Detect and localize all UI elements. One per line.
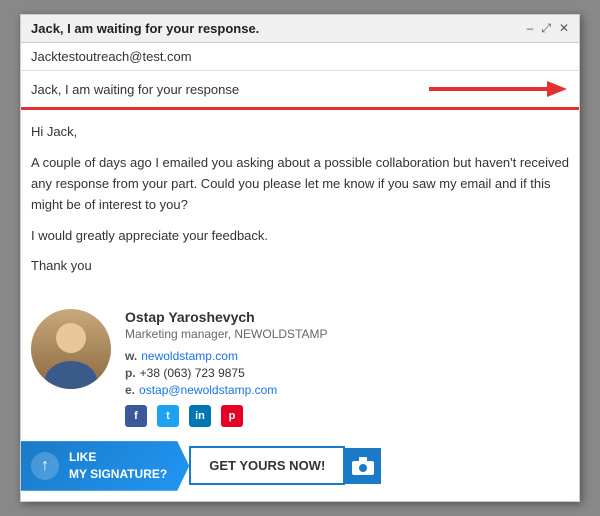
banner-blue-section: ↑ LIKE MY SIGNATURE? bbox=[21, 441, 189, 491]
camera-icon bbox=[345, 448, 381, 484]
email-label: e. bbox=[125, 383, 135, 397]
subject-row: Jack, I am waiting for your response bbox=[21, 71, 579, 110]
close-button[interactable]: ✕ bbox=[559, 21, 569, 36]
sig-website: w. newoldstamp.com bbox=[125, 349, 569, 363]
maximize-button[interactable]: ⤢ bbox=[541, 21, 551, 36]
website-link[interactable]: newoldstamp.com bbox=[141, 349, 238, 363]
signature-info: Ostap Yaroshevych Marketing manager, NEW… bbox=[125, 309, 569, 427]
titlebar: Jack, I am waiting for your response. – … bbox=[21, 15, 579, 43]
sig-phone: p. +38 (063) 723 9875 bbox=[125, 366, 569, 380]
sig-name: Ostap Yaroshevych bbox=[125, 309, 569, 325]
phone-number: +38 (063) 723 9875 bbox=[140, 366, 245, 380]
window-controls: – ⤢ ✕ bbox=[527, 21, 569, 36]
subject-text: Jack, I am waiting for your response bbox=[31, 82, 239, 97]
get-yours-button[interactable]: GET YOURS NOW! bbox=[189, 446, 345, 485]
banner-up-arrow-icon: ↑ bbox=[31, 452, 59, 480]
red-arrow-icon bbox=[429, 77, 569, 101]
email-link[interactable]: ostap@newoldstamp.com bbox=[139, 383, 277, 397]
banner-text: LIKE MY SIGNATURE? bbox=[69, 449, 167, 483]
phone-label: p. bbox=[125, 366, 136, 380]
linkedin-icon[interactable]: in bbox=[189, 405, 211, 427]
twitter-icon[interactable]: t bbox=[157, 405, 179, 427]
body-paragraph-1: A couple of days ago I emailed you askin… bbox=[31, 153, 569, 215]
banner-area: ↑ LIKE MY SIGNATURE? GET YOURS NOW! bbox=[21, 441, 579, 501]
from-row: Jacktestoutreach@test.com bbox=[21, 43, 579, 71]
my-sig-label: MY SIGNATURE? bbox=[69, 466, 167, 483]
greeting: Hi Jack, bbox=[31, 122, 569, 143]
body-paragraph-3: Thank you bbox=[31, 256, 569, 277]
email-window: Jack, I am waiting for your response. – … bbox=[20, 14, 580, 501]
avatar-image bbox=[31, 309, 111, 389]
social-icons: f t in p bbox=[125, 405, 569, 427]
website-label: w. bbox=[125, 349, 137, 363]
minimize-button[interactable]: – bbox=[527, 21, 534, 36]
from-address: Jacktestoutreach@test.com bbox=[31, 49, 192, 64]
facebook-icon[interactable]: f bbox=[125, 405, 147, 427]
sig-email: e. ostap@newoldstamp.com bbox=[125, 383, 569, 397]
pinterest-icon[interactable]: p bbox=[221, 405, 243, 427]
email-body: Hi Jack, A couple of days ago I emailed … bbox=[21, 110, 579, 299]
like-label: LIKE bbox=[69, 449, 167, 466]
body-paragraph-2: I would greatly appreciate your feedback… bbox=[31, 226, 569, 247]
window-title: Jack, I am waiting for your response. bbox=[31, 21, 259, 36]
sig-title: Marketing manager, NEWOLDSTAMP bbox=[125, 327, 569, 341]
avatar bbox=[31, 309, 111, 389]
signature-area: Ostap Yaroshevych Marketing manager, NEW… bbox=[21, 299, 579, 427]
